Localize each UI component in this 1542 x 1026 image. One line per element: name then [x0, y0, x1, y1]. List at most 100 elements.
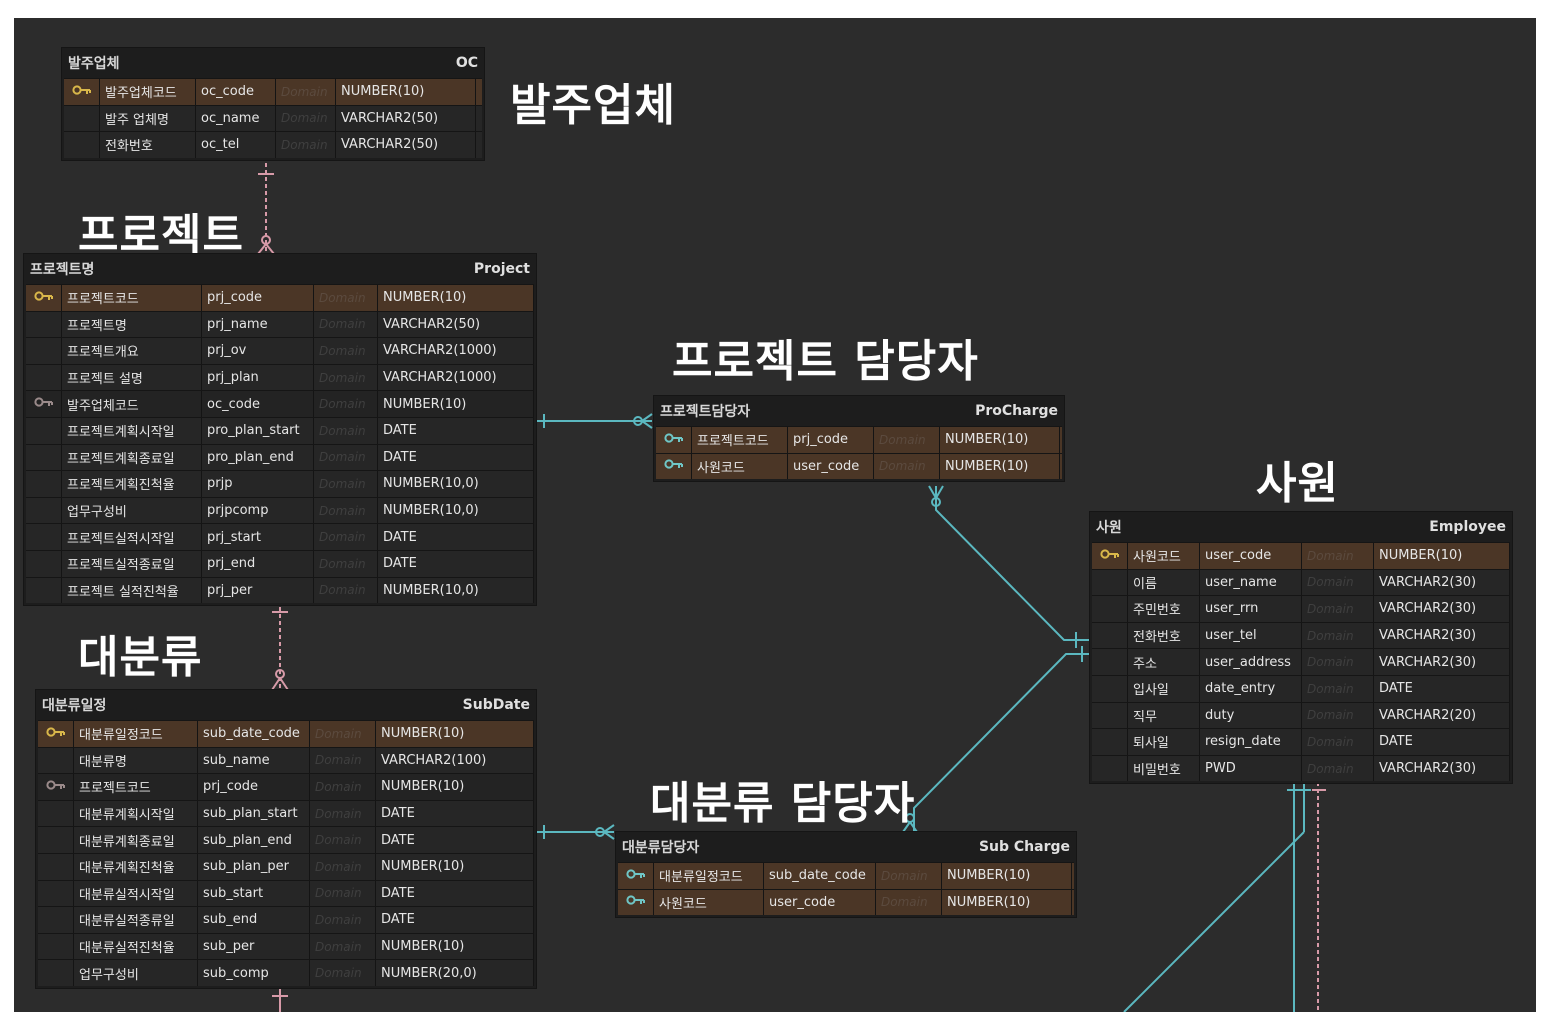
attribute-row[interactable]: 프로젝트계획시작일 pro_plan_start Domain DATE	[26, 416, 534, 444]
attribute-physical-name: sub_end	[198, 907, 310, 933]
attribute-datatype: NUMBER(10,0)	[378, 577, 534, 604]
attribute-domain: Domain	[276, 105, 336, 132]
attribute-row[interactable]: 프로젝트 설명 prj_plan Domain VARCHAR2(1000)	[26, 363, 534, 391]
label-procharge: 프로젝트 담당자	[672, 336, 979, 387]
attribute-physical-name: prj_code	[198, 774, 310, 800]
label-project: 프로젝트	[78, 210, 244, 261]
entity-header[interactable]: 대분류담당자 Sub Charge	[616, 832, 1076, 862]
attribute-datatype: VARCHAR2(30)	[1374, 596, 1510, 622]
key-cell	[38, 853, 74, 880]
attribute-row[interactable]: 대분류계획시작일 sub_plan_start Domain DATE	[38, 799, 534, 827]
entity-header[interactable]: 발주업체 OC	[62, 48, 484, 78]
attribute-logical-name: 직무	[1128, 702, 1200, 729]
attribute-row[interactable]: 전화번호 oc_tel Domain VARCHAR2(50)	[64, 131, 482, 158]
attribute-row[interactable]: 사원코드 user_code Domain NUMBER(10)	[656, 452, 1062, 480]
attribute-row[interactable]: 주민번호 user_rrn Domain VARCHAR2(30)	[1092, 595, 1510, 622]
attribute-datatype: DATE	[376, 907, 534, 933]
attribute-row[interactable]: 대분류일정코드 sub_date_code Domain NUMBER(10)	[38, 720, 534, 747]
attribute-logical-name: 프로젝트실적시작일	[62, 524, 202, 550]
entity-procharge[interactable]: 프로젝트담당자 ProCharge 프로젝트코드 prj_code Domain NUMB…	[654, 396, 1064, 482]
attribute-logical-name: 대분류실적종류일	[74, 907, 198, 933]
attribute-row[interactable]: 발주업체코드 oc_code Domain NUMBER(10)	[26, 390, 534, 417]
attribute-physical-name: oc_tel	[196, 132, 276, 158]
entity-header[interactable]: 대분류일정 SubDate	[36, 690, 536, 720]
attribute-domain: Domain	[874, 427, 940, 453]
entity-subcharge[interactable]: 대분류담당자 Sub Charge 대분류일정코드 sub_date_code Doma…	[616, 832, 1076, 918]
key-cell	[64, 105, 100, 132]
attribute-row[interactable]: 대분류계획종료일 sub_plan_end Domain DATE	[38, 826, 534, 853]
attribute-row[interactable]: 주소 user_address Domain VARCHAR2(30)	[1092, 648, 1510, 675]
attribute-row[interactable]: 퇴사일 resign_date Domain DATE	[1092, 728, 1510, 755]
attribute-row[interactable]: 프로젝트계획종료일 pro_plan_end Domain DATE	[26, 443, 534, 471]
attribute-domain: Domain	[314, 577, 378, 604]
attribute-row[interactable]: 프로젝트명 prj_name Domain VARCHAR2(50)	[26, 310, 534, 338]
attribute-physical-name: pro_plan_start	[202, 417, 314, 444]
entity-oc[interactable]: 발주업체 OC 발주업체코드 oc_code Domain NUMBER(10) 발주 업체…	[62, 48, 484, 160]
attribute-domain: Domain	[876, 863, 942, 889]
attribute-row[interactable]: 프로젝트코드 prj_code Domain NUMBER(10)	[26, 284, 534, 311]
entity-header[interactable]: 사원 Employee	[1090, 512, 1512, 542]
attribute-domain: Domain	[874, 453, 940, 480]
attribute-physical-name: pro_plan_end	[202, 444, 314, 471]
attribute-physical-name: user_code	[788, 453, 874, 480]
attribute-row[interactable]: 프로젝트계획진척율 prjp Domain NUMBER(10,0)	[26, 470, 534, 497]
attribute-row[interactable]: 대분류계획진척율 sub_plan_per Domain NUMBER(10)	[38, 852, 534, 880]
label-subcharge: 대분류 담당자	[650, 778, 916, 829]
attribute-row[interactable]: 사원코드 user_code Domain NUMBER(10)	[1092, 542, 1510, 569]
attribute-logical-name: 대분류계획종료일	[74, 827, 198, 853]
attribute-row[interactable]: 대분류명 sub_name Domain VARCHAR2(100)	[38, 746, 534, 774]
key-cell	[1092, 596, 1128, 622]
attribute-logical-name: 입사일	[1128, 675, 1200, 702]
foreign-key-icon	[33, 396, 54, 412]
attribute-datatype: NUMBER(10)	[378, 285, 534, 311]
attribute-datatype: NUMBER(10)	[942, 889, 1072, 916]
entity-header[interactable]: 프로젝트담당자 ProCharge	[654, 396, 1064, 426]
attribute-row[interactable]: 대분류일정코드 sub_date_code Domain NUMBER(10)	[618, 862, 1074, 889]
attribute-datatype: DATE	[378, 524, 534, 550]
attribute-row[interactable]: 프로젝트 실적진척율 prj_per Domain NUMBER(10,0)	[26, 576, 534, 604]
attribute-row[interactable]: 프로젝트코드 prj_code Domain NUMBER(10)	[38, 773, 534, 800]
attribute-logical-name: 업무구성비	[74, 960, 198, 986]
attribute-row[interactable]: 입사일 date_entry Domain DATE	[1092, 674, 1510, 702]
key-cell	[1092, 729, 1128, 755]
attribute-row[interactable]: 업무구성비 sub_comp Domain NUMBER(20,0)	[38, 959, 534, 986]
attribute-datatype: VARCHAR2(1000)	[378, 338, 534, 364]
attribute-datatype: VARCHAR2(30)	[1374, 569, 1510, 596]
primary-key-icon	[71, 84, 92, 100]
attribute-row[interactable]: 프로젝트개요 prj_ov Domain VARCHAR2(1000)	[26, 337, 534, 364]
attribute-physical-name: prj_ov	[202, 338, 314, 364]
entity-physical-name: Project	[473, 261, 530, 277]
attribute-list: 프로젝트코드 prj_code Domain NUMBER(10) 프로젝트명 prj_n…	[24, 284, 536, 605]
attribute-row[interactable]: 전화번호 user_tel Domain VARCHAR2(30)	[1092, 621, 1510, 649]
attribute-row[interactable]: 대분류실적종류일 sub_end Domain DATE	[38, 906, 534, 933]
entity-subdate[interactable]: 대분류일정 SubDate 대분류일정코드 sub_date_code Domain NU…	[36, 690, 536, 988]
attribute-physical-name: prjp	[202, 471, 314, 497]
attribute-physical-name: oc_name	[196, 105, 276, 132]
attribute-list: 사원코드 user_code Domain NUMBER(10) 이름 user_name…	[1090, 542, 1512, 783]
attribute-row[interactable]: 프로젝트코드 prj_code Domain NUMBER(10)	[656, 426, 1062, 453]
attribute-row[interactable]: 비밀번호 PWD Domain VARCHAR2(30)	[1092, 754, 1510, 782]
attribute-row[interactable]: 프로젝트실적시작일 prj_start Domain DATE	[26, 523, 534, 550]
attribute-domain: Domain	[276, 132, 336, 158]
attribute-physical-name: prj_per	[202, 577, 314, 604]
attribute-datatype: VARCHAR2(1000)	[378, 364, 534, 391]
attribute-row[interactable]: 대분류실적시작일 sub_start Domain DATE	[38, 879, 534, 907]
entity-project[interactable]: 프로젝트명 Project 프로젝트코드 prj_code Domain NUMBER(1…	[24, 254, 536, 606]
attribute-row[interactable]: 이름 user_name Domain VARCHAR2(30)	[1092, 568, 1510, 596]
key-cell	[618, 889, 654, 916]
entity-employee[interactable]: 사원 Employee 사원코드 user_code Domain NUMBER(10) 이…	[1090, 512, 1512, 784]
attribute-domain: Domain	[314, 550, 378, 577]
attribute-list: 프로젝트코드 prj_code Domain NUMBER(10) 사원코드 user_c…	[654, 426, 1064, 481]
attribute-row[interactable]: 프로젝트실적종료일 prj_end Domain DATE	[26, 549, 534, 577]
attribute-row[interactable]: 발주업체코드 oc_code Domain NUMBER(10)	[64, 78, 482, 105]
attribute-row[interactable]: 직무 duty Domain VARCHAR2(20)	[1092, 701, 1510, 729]
entity-header[interactable]: 프로젝트명 Project	[24, 254, 536, 284]
key-cell	[38, 960, 74, 986]
attribute-row[interactable]: 사원코드 user_code Domain NUMBER(10)	[618, 888, 1074, 916]
primary-key-icon	[33, 290, 54, 306]
attribute-row[interactable]: 발주 업체명 oc_name Domain VARCHAR2(50)	[64, 104, 482, 132]
attribute-domain: Domain	[314, 311, 378, 338]
attribute-row[interactable]: 대분류실적진척율 sub_per Domain NUMBER(10)	[38, 932, 534, 960]
attribute-row[interactable]: 업무구성비 prjpcomp Domain NUMBER(10,0)	[26, 496, 534, 524]
attribute-list: 대분류일정코드 sub_date_code Domain NUMBER(10) 사원코드…	[616, 862, 1076, 917]
